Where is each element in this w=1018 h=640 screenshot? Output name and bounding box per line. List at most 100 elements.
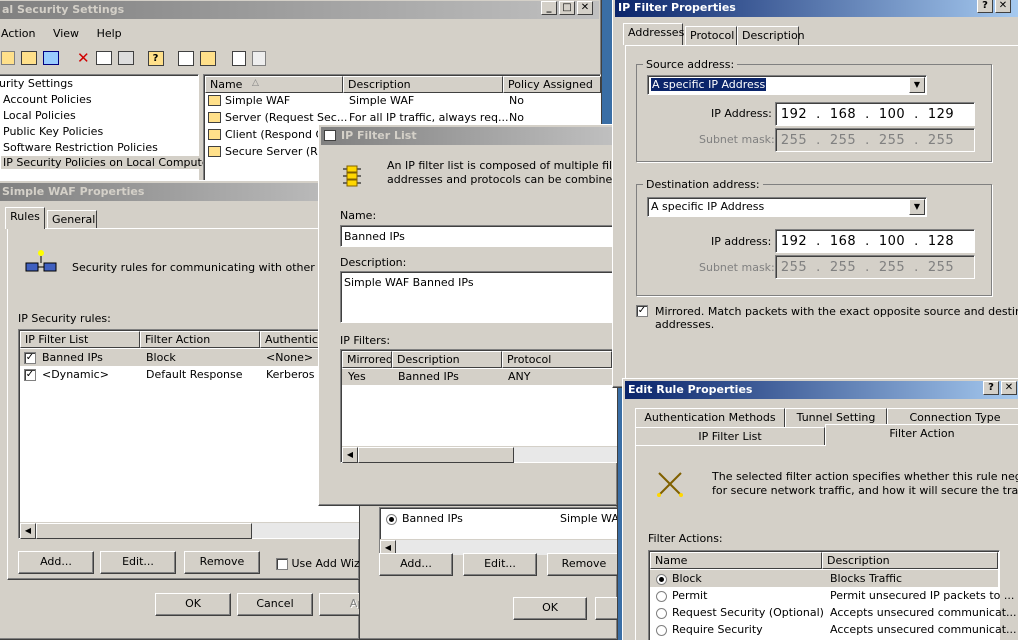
col-name[interactable]: Name xyxy=(205,76,343,93)
ip-filter-properties-titlebar[interactable]: IP Filter Properties xyxy=(615,0,1018,17)
filter-row-banned-ips[interactable]: Yes Banned IPs ANY xyxy=(342,369,617,385)
tab-authentication-methods[interactable]: Authentication Methods xyxy=(635,408,785,427)
ip-octet[interactable]: 192 xyxy=(776,107,812,122)
col-action-description[interactable]: Description xyxy=(822,552,998,569)
action-radio[interactable] xyxy=(656,606,667,619)
help-button[interactable]: ? xyxy=(983,381,999,395)
tree-item-software-restriction[interactable]: Software Restriction Policies xyxy=(3,141,158,154)
tab-protocol[interactable]: Protocol xyxy=(685,26,737,45)
properties-icon[interactable] xyxy=(95,51,112,65)
chevron-down-icon[interactable]: ▼ xyxy=(909,199,925,215)
action-radio[interactable] xyxy=(656,623,667,636)
menu-view[interactable]: View xyxy=(53,27,79,40)
action-row-require-security[interactable]: Require Security Accepts unsecured commu… xyxy=(650,621,1017,638)
tab-general[interactable]: General xyxy=(47,210,97,229)
ip-octet[interactable]: 129 xyxy=(923,107,959,122)
cancel-button[interactable] xyxy=(595,597,617,620)
rule-enabled-checkbox[interactable]: ✓ xyxy=(24,351,36,364)
back-icon[interactable] xyxy=(1,51,15,65)
action-radio[interactable] xyxy=(656,589,667,602)
ip-octet[interactable]: 128 xyxy=(923,234,959,249)
delete-icon[interactable]: ✕ xyxy=(77,49,90,67)
source-ip-field[interactable]: 192. 168. 100. 129 xyxy=(775,102,975,126)
scroll-left-arrow[interactable]: ◀ xyxy=(342,447,358,463)
tab-description[interactable]: Description xyxy=(737,26,805,45)
ip-octet[interactable]: 100 xyxy=(874,107,910,122)
remove-rule-button[interactable]: Remove xyxy=(184,551,260,574)
ip-octet[interactable]: 168 xyxy=(825,107,861,122)
help-icon[interactable]: ? xyxy=(147,50,164,66)
up-folder-icon[interactable] xyxy=(21,51,37,65)
manage-filters-icon[interactable] xyxy=(199,50,216,66)
scroll-left-arrow[interactable]: ◀ xyxy=(20,523,36,539)
add-button[interactable]: Add... xyxy=(379,553,453,576)
horizontal-scrollbar[interactable]: ◀ xyxy=(342,446,617,463)
unassign-icon[interactable] xyxy=(251,50,266,66)
rule-row-banned-ips[interactable]: ✓ Banned IPs Block <None> xyxy=(20,349,359,366)
action-row-permit[interactable]: Permit Permit unsecured IP packets to ..… xyxy=(650,587,1014,604)
minimize-button[interactable]: _ xyxy=(541,1,557,15)
edit-button[interactable]: Edit... xyxy=(463,553,537,576)
col-filter-description[interactable]: Description xyxy=(392,351,502,368)
tab-filter-action[interactable]: Filter Action xyxy=(825,424,1018,446)
close-button[interactable]: ✕ xyxy=(577,1,593,15)
ip-octet[interactable]: 168 xyxy=(825,234,861,249)
close-button[interactable]: ✕ xyxy=(1001,381,1017,395)
export-icon[interactable] xyxy=(117,51,134,65)
ip-octet[interactable]: 100 xyxy=(874,234,910,249)
rule-list: Banned IPs Simple WAF ◀ xyxy=(379,507,617,556)
show-tree-icon[interactable] xyxy=(43,51,59,65)
tree-item-local-policies[interactable]: Local Policies xyxy=(3,109,76,122)
menu-help[interactable]: Help xyxy=(97,27,122,40)
apply-button[interactable]: Ap xyxy=(319,593,359,616)
waf-properties-titlebar[interactable]: Simple WAF Properties xyxy=(0,183,357,201)
ok-button[interactable]: OK xyxy=(513,597,587,620)
rule-row-dynamic[interactable]: ✓ <Dynamic> Default Response Kerberos xyxy=(20,366,359,383)
menu-action[interactable]: Action xyxy=(1,27,35,40)
source-address-dropdown[interactable]: A specific IP Address ▼ xyxy=(647,75,927,95)
col-policy-assigned[interactable]: Policy Assigned xyxy=(503,76,601,93)
remove-button[interactable]: Remove xyxy=(547,553,617,576)
action-radio[interactable] xyxy=(656,572,667,585)
assign-icon[interactable] xyxy=(231,50,246,66)
tree-item-public-key-policies[interactable]: Public Key Policies xyxy=(3,125,103,138)
security-settings-titlebar[interactable]: al Security Settings xyxy=(0,1,599,19)
tree-item-ip-security[interactable]: IP Security Policies on Local Computer xyxy=(1,156,216,169)
action-row-block[interactable]: Block Blocks Traffic xyxy=(650,570,998,587)
mirrored-checkbox[interactable]: ✓ xyxy=(636,304,648,317)
help-button[interactable]: ? xyxy=(977,0,993,13)
ip-filter-list-titlebar[interactable]: IP Filter List xyxy=(321,127,615,145)
scroll-thumb[interactable] xyxy=(358,447,514,463)
col-protocol[interactable]: Protocol xyxy=(502,351,612,368)
col-filter-action[interactable]: Filter Action xyxy=(140,331,260,348)
use-add-wizard-checkbox[interactable]: Use Add Wiz xyxy=(276,557,359,570)
destination-ip-field[interactable]: 192. 168. 100. 128 xyxy=(775,229,975,253)
tab-addresses[interactable]: Addresses xyxy=(623,23,684,45)
destination-address-dropdown[interactable]: A specific IP Address ▼ xyxy=(647,197,927,217)
chevron-down-icon[interactable]: ▼ xyxy=(909,77,925,93)
tab-rules[interactable]: Rules xyxy=(5,207,45,229)
new-policy-icon[interactable] xyxy=(177,50,194,66)
col-description[interactable]: Description xyxy=(343,76,503,93)
name-field[interactable]: Banned IPs xyxy=(340,225,617,247)
col-action-name[interactable]: Name xyxy=(650,552,822,569)
ok-button[interactable]: OK xyxy=(155,593,231,616)
tab-ip-filter-list[interactable]: IP Filter List xyxy=(635,427,825,446)
tree-item-root[interactable]: urity Settings xyxy=(0,77,73,90)
horizontal-scrollbar[interactable]: ◀ xyxy=(20,522,359,539)
scroll-thumb[interactable] xyxy=(36,523,252,539)
col-ip-filter-list[interactable]: IP Filter List xyxy=(20,331,140,348)
edit-rule-button[interactable]: Edit... xyxy=(100,551,176,574)
col-mirrored[interactable]: Mirrored xyxy=(342,351,392,368)
edit-rule-properties-titlebar[interactable]: Edit Rule Properties xyxy=(625,381,1018,399)
cancel-button[interactable]: Cancel xyxy=(237,593,313,616)
rule-radio[interactable] xyxy=(386,512,397,525)
ip-octet[interactable]: 192 xyxy=(776,234,812,249)
tree-item-account-policies[interactable]: Account Policies xyxy=(3,93,92,106)
close-button[interactable]: ✕ xyxy=(995,0,1011,13)
action-row-request-security[interactable]: Request Security (Optional) Accepts unse… xyxy=(650,604,1017,621)
description-field[interactable]: Simple WAF Banned IPs xyxy=(340,271,617,323)
maximize-button[interactable]: □ xyxy=(559,1,575,15)
add-rule-button[interactable]: Add... xyxy=(18,551,94,574)
rule-enabled-checkbox[interactable]: ✓ xyxy=(24,368,36,381)
